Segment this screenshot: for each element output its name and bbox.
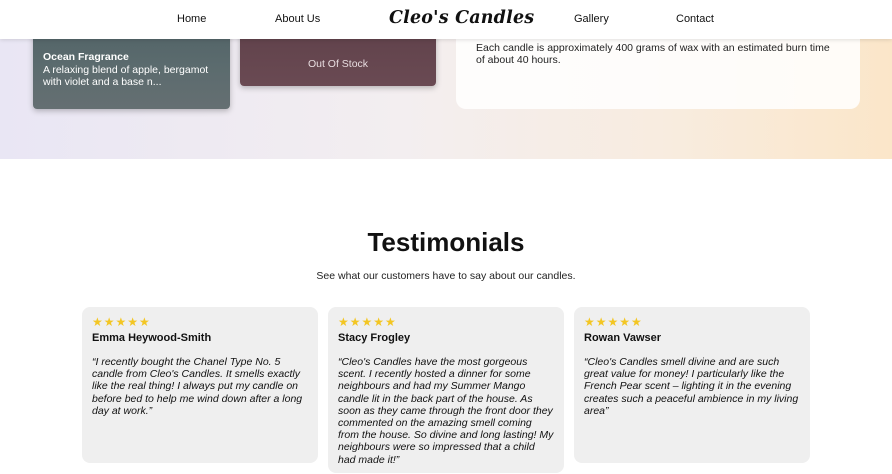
product-name: Ocean Fragrance	[43, 51, 129, 63]
star-rating-icon: ★★★★★	[92, 315, 151, 329]
testimonials-title: Testimonials	[367, 227, 525, 257]
testimonial-quote: “Cleo's Candles smell divine and are suc…	[584, 356, 799, 417]
star-rating-icon: ★★★★★	[584, 315, 643, 329]
testimonial-card: ★★★★★ Rowan Vawser “Cleo's Candles smell…	[574, 307, 810, 463]
testimonial-card: ★★★★★ Stacy Frogley “Cleo's Candles have…	[328, 307, 564, 473]
navbar: Home About Us Cleo's Candles Gallery Con…	[0, 0, 892, 39]
testimonial-author: Rowan Vawser	[584, 332, 662, 344]
product-description: A relaxing blend of apple, bergamot with…	[43, 64, 209, 88]
testimonial-quote: “I recently bought the Chanel Type No. 5…	[92, 356, 303, 417]
star-rating-icon: ★★★★★	[338, 315, 397, 329]
testimonial-author: Stacy Frogley	[338, 332, 411, 344]
testimonials-subtitle: See what our customers have to say about…	[316, 270, 576, 282]
testimonial-quote: “Cleo's Candles have the most gorgeous s…	[338, 356, 554, 466]
testimonial-card: ★★★★★ Emma Heywood-Smith “I recently bou…	[82, 307, 318, 463]
nav-gallery-link[interactable]: Gallery	[574, 13, 609, 25]
nav-contact-link[interactable]: Contact	[676, 13, 714, 25]
nav-about-link[interactable]: About Us	[275, 13, 320, 25]
site-logo[interactable]: Cleo's Candles	[389, 8, 534, 28]
nav-home-link[interactable]: Home	[177, 13, 206, 25]
out-of-stock-label: Out Of Stock	[307, 58, 369, 70]
testimonial-author: Emma Heywood-Smith	[92, 332, 212, 344]
candle-info-text: Each candle is approximately 400 grams o…	[476, 42, 830, 66]
